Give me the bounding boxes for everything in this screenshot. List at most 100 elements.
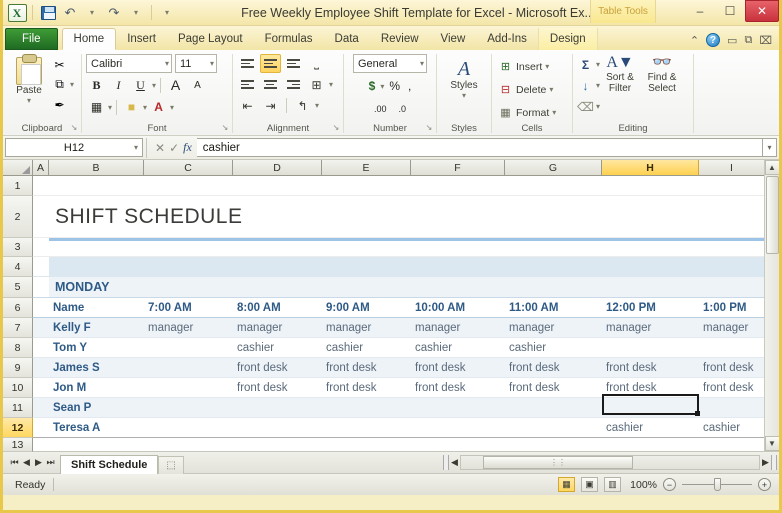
shift-cell[interactable]	[144, 378, 233, 397]
decrease-indent-button[interactable]: ⇤	[237, 96, 258, 115]
shift-cell[interactable]	[144, 358, 233, 377]
name-box-dropdown-icon[interactable]: ▾	[134, 143, 138, 152]
format-cells-button[interactable]: ▦ Format ▾	[498, 102, 556, 123]
font-name-input[interactable]: Calibri ▾	[86, 54, 172, 73]
shift-cell[interactable]: manager	[505, 318, 602, 337]
restore-window-icon[interactable]: ⧉	[744, 34, 752, 47]
shift-cell[interactable]: front desk	[233, 358, 322, 377]
redo-icon[interactable]: ↷	[104, 3, 124, 23]
row-header-9[interactable]: 9	[3, 358, 33, 378]
row-header-7[interactable]: 7	[3, 318, 33, 338]
tab-review[interactable]: Review	[370, 28, 430, 50]
row-header-11[interactable]: 11	[3, 398, 33, 418]
header-time-1200[interactable]: 12:00 PM	[602, 298, 699, 317]
tab-view[interactable]: View	[430, 28, 477, 50]
shift-cell[interactable]	[505, 398, 602, 417]
row-header-13[interactable]: 13	[3, 438, 33, 452]
employee-name[interactable]: James S	[49, 358, 144, 377]
cut-button[interactable]: ✂	[51, 55, 74, 74]
insert-function-icon[interactable]: fx	[183, 140, 192, 155]
number-format-select[interactable]: General ▾	[353, 54, 427, 73]
font-color-icon[interactable]: A	[148, 97, 169, 117]
enter-icon[interactable]: ✓	[169, 141, 179, 155]
fill-button[interactable]: ↓ ▾	[577, 76, 601, 95]
minimize-button[interactable]: –	[685, 0, 715, 22]
employee-name[interactable]: Kelly F	[49, 318, 144, 337]
copy-button[interactable]: ⧉ ▾	[51, 75, 74, 94]
orientation-button[interactable]: ↰	[292, 96, 313, 115]
undo-icon[interactable]: ↶	[60, 3, 80, 23]
borders-button[interactable]: ▦	[86, 97, 107, 117]
percent-button[interactable]: %	[386, 76, 403, 96]
column-header-f[interactable]: F	[411, 160, 505, 176]
wrap-text-button[interactable]: ⎵	[306, 54, 327, 73]
last-sheet-icon[interactable]: ⏭	[45, 457, 56, 468]
number-dialog-launcher[interactable]: ↘	[425, 123, 433, 132]
alignment-dialog-launcher[interactable]: ↘	[332, 123, 340, 132]
header-time-1000[interactable]: 10:00 AM	[411, 298, 505, 317]
shift-cell[interactable]: front desk	[322, 358, 411, 377]
header-time-1300[interactable]: 1:00 PM	[699, 298, 765, 317]
shift-cell[interactable]: front desk	[233, 378, 322, 397]
comma-button[interactable]: ,	[405, 76, 414, 96]
font-dialog-launcher[interactable]: ↘	[221, 123, 229, 132]
merge-center-button[interactable]: ⊞	[306, 75, 327, 94]
shift-cell[interactable]: cashier	[505, 338, 602, 357]
horizontal-scroll-track[interactable]: ⋮⋮	[460, 455, 760, 470]
fill-color-dropdown-icon[interactable]: ▾	[143, 103, 147, 112]
borders-dropdown-icon[interactable]: ▾	[108, 103, 112, 112]
align-center-button[interactable]	[260, 75, 281, 94]
shift-cell[interactable]	[699, 338, 765, 357]
scroll-right-button[interactable]: ▶	[760, 457, 771, 468]
scroll-down-button[interactable]: ▼	[764, 436, 779, 451]
next-sheet-icon[interactable]: ▶	[33, 457, 44, 468]
underline-button[interactable]: U	[130, 75, 151, 95]
name-box[interactable]: H12 ▾	[5, 138, 143, 157]
clipboard-dialog-launcher[interactable]: ↘	[70, 123, 78, 132]
scroll-up-button[interactable]: ▲	[764, 160, 779, 175]
shift-cell[interactable]: cashier	[699, 418, 765, 437]
day-header[interactable]: MONDAY	[49, 277, 769, 297]
align-top-button[interactable]	[237, 54, 258, 73]
insert-cells-button[interactable]: ⊞ Insert ▾	[498, 56, 549, 77]
header-name[interactable]: Name	[49, 298, 144, 317]
tab-add-ins[interactable]: Add-Ins	[476, 28, 538, 50]
shift-cell[interactable]: front desk	[699, 378, 765, 397]
delete-cells-button[interactable]: ⊟ Delete ▾	[498, 79, 553, 100]
column-header-h[interactable]: H	[602, 160, 699, 176]
column-header-i[interactable]: I	[699, 160, 765, 176]
shift-cell[interactable]	[322, 398, 411, 417]
column-header-e[interactable]: E	[322, 160, 411, 176]
autosum-button[interactable]: Σ ▾	[577, 55, 600, 74]
shift-cell[interactable]: cashier	[411, 338, 505, 357]
shift-cell[interactable]: front desk	[602, 358, 699, 377]
customize-qat-icon[interactable]: ▾	[157, 3, 177, 23]
header-time-0900[interactable]: 9:00 AM	[322, 298, 411, 317]
employee-name[interactable]: Sean P	[49, 398, 144, 417]
column-header-c[interactable]: C	[144, 160, 233, 176]
italic-button[interactable]: I	[108, 75, 129, 95]
header-time-1100[interactable]: 11:00 AM	[505, 298, 602, 317]
tab-data[interactable]: Data	[324, 28, 370, 50]
format-painter-button[interactable]: ✒	[51, 95, 74, 114]
close-window-icon[interactable]: ⌧	[759, 34, 772, 47]
align-bottom-button[interactable]	[283, 54, 304, 73]
shift-cell-selected[interactable]: cashier	[602, 418, 699, 437]
shift-cell[interactable]	[144, 338, 233, 357]
shift-cell[interactable]	[144, 398, 233, 417]
undo-dropdown-icon[interactable]: ▾	[82, 3, 102, 23]
tab-home[interactable]: Home	[61, 28, 117, 50]
employee-name[interactable]: Teresa A	[49, 418, 144, 437]
insert-worksheet-button[interactable]: ⬚	[158, 455, 184, 474]
clear-button[interactable]: ⌫ ▾	[577, 97, 600, 116]
shift-cell[interactable]: front desk	[602, 378, 699, 397]
shift-cell[interactable]	[411, 398, 505, 417]
row-header-5[interactable]: 5	[3, 277, 33, 298]
row-header-1[interactable]: 1	[3, 176, 33, 196]
shift-cell[interactable]: manager	[233, 318, 322, 337]
column-header-d[interactable]: D	[233, 160, 322, 176]
shift-cell[interactable]: manager	[411, 318, 505, 337]
zoom-out-button[interactable]: −	[663, 478, 676, 491]
align-right-button[interactable]	[283, 75, 304, 94]
bold-button[interactable]: B	[86, 75, 107, 95]
